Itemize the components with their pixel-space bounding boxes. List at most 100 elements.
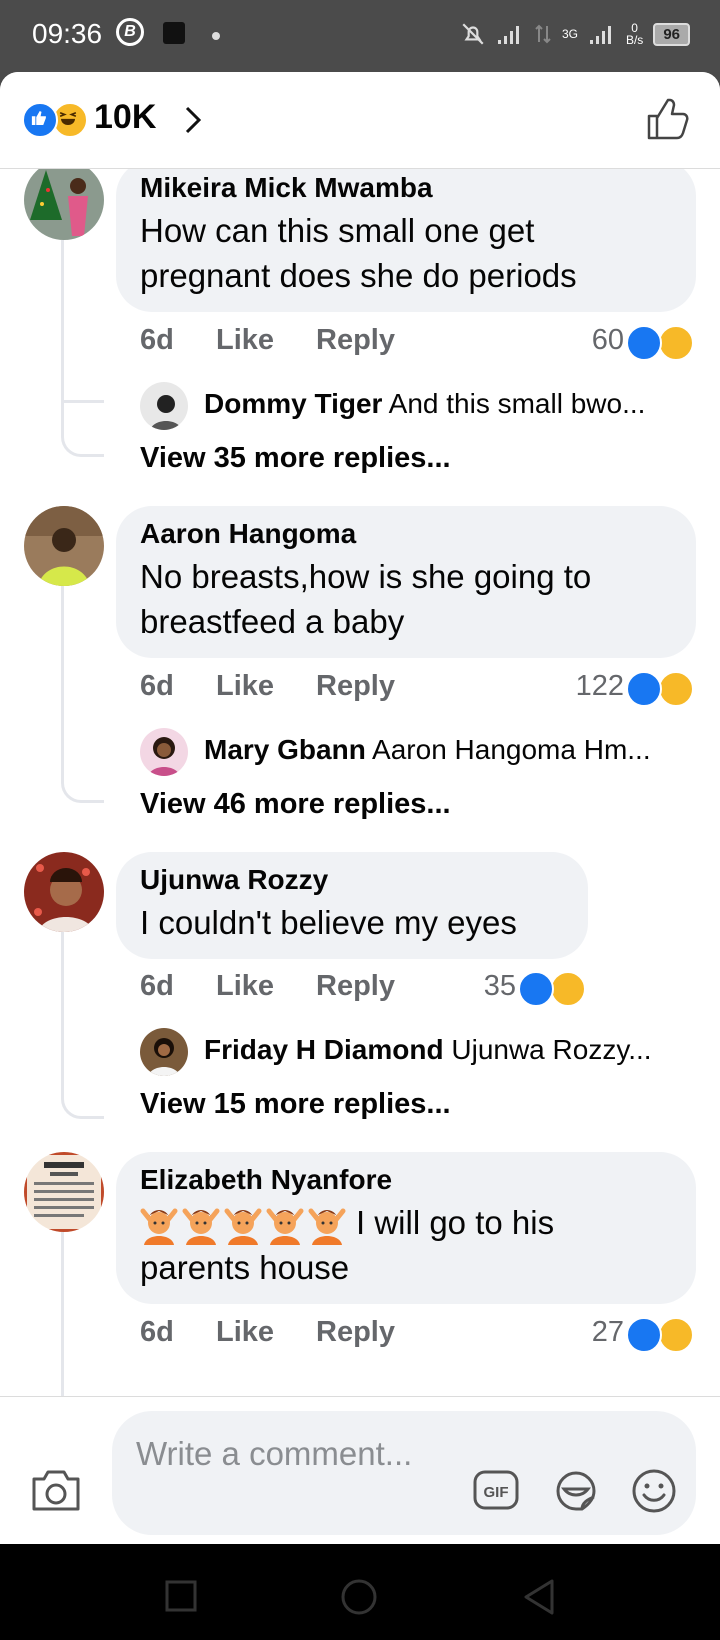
comment-time: 6d — [140, 324, 174, 356]
emoji-icon[interactable] — [630, 1467, 678, 1515]
reply-preview[interactable]: Mary Gbann Aaron Hangoma Hm... — [140, 728, 700, 776]
comment-input[interactable]: Write a comment... GIF — [112, 1411, 696, 1535]
like-icon — [518, 971, 554, 1007]
comment-bubble[interactable]: Elizabeth Nyanfore I will go to his pare… — [116, 1152, 696, 1305]
comment-bubble[interactable]: Ujunwa Rozzy I couldn't believe my eyes — [116, 852, 588, 959]
comment-text: No breasts,how is she going to breastfee… — [140, 558, 592, 640]
like-button[interactable]: Like — [216, 324, 274, 357]
comments-sheet: 10K Mikeira Mick Mwamba How can this sma… — [0, 72, 720, 1544]
sticker-icon[interactable] — [552, 1467, 600, 1515]
comment-author[interactable]: Aaron Hangoma — [140, 518, 672, 550]
comment-author[interactable]: Mikeira Mick Mwamba — [140, 172, 672, 204]
reply-button[interactable]: Reply — [316, 1316, 395, 1349]
person-gesturing-icon — [266, 1208, 304, 1246]
thumbs-up-icon[interactable] — [644, 96, 690, 142]
signal-icon-2 — [589, 26, 611, 44]
reply-snippet: Mary Gbann Aaron Hangoma Hm... — [204, 734, 704, 766]
comment-reactions[interactable]: 27 — [560, 1316, 696, 1356]
haha-icon — [550, 971, 586, 1007]
status-bar: 09:36 B 3G 0 B/s 96 — [0, 0, 720, 72]
network-type: 3G — [561, 27, 578, 41]
like-button[interactable]: Like — [216, 1316, 274, 1349]
haha-icon — [658, 671, 694, 707]
view-more-replies[interactable]: View 35 more replies... — [140, 442, 451, 475]
thread-line — [61, 586, 104, 803]
recents-icon[interactable] — [165, 1580, 197, 1612]
status-time: 09:36 — [32, 18, 103, 49]
haha-icon — [658, 325, 694, 361]
like-icon — [626, 1317, 662, 1353]
haha-icon — [658, 1317, 694, 1353]
comment-bubble[interactable]: Aaron Hangoma No breasts,how is she goin… — [116, 506, 696, 658]
thread-line — [61, 400, 104, 403]
thread-line — [61, 932, 104, 1119]
avatar[interactable] — [140, 382, 188, 430]
avatar[interactable] — [140, 1028, 188, 1076]
camera-icon[interactable] — [30, 1467, 82, 1513]
person-gesturing-icon — [182, 1208, 220, 1246]
reply-preview[interactable]: Friday H Diamond Ujunwa Rozzy... — [140, 1028, 700, 1076]
chevron-right-icon[interactable] — [180, 104, 206, 136]
comment-time: 6d — [140, 1316, 174, 1348]
comment-text: I couldn't believe my eyes — [140, 904, 517, 941]
comments-feed[interactable]: Mikeira Mick Mwamba How can this small o… — [0, 168, 720, 1468]
gif-label: GIF — [484, 1484, 509, 1501]
reply-button[interactable]: Reply — [316, 970, 395, 1003]
comment-bubble[interactable]: Mikeira Mick Mwamba How can this small o… — [116, 168, 696, 312]
like-icon — [626, 325, 662, 361]
reply-preview[interactable]: Dommy Tiger And this small bwo... — [140, 382, 700, 430]
like-button[interactable]: Like — [216, 970, 274, 1003]
reply-author[interactable]: Dommy Tiger — [204, 388, 382, 419]
comment-reactions[interactable]: 60 — [560, 324, 696, 364]
emoji-group — [140, 1205, 346, 1246]
comment-time: 6d — [140, 970, 174, 1002]
comment-text: I will go to his parents house — [140, 1200, 672, 1290]
system-nav-bar — [0, 1544, 720, 1640]
avatar[interactable] — [24, 168, 104, 240]
view-more-replies[interactable]: View 15 more replies... — [140, 1088, 451, 1121]
avatar[interactable] — [140, 728, 188, 776]
like-button[interactable]: Like — [216, 670, 274, 703]
avatar[interactable] — [24, 1152, 104, 1232]
reply-author[interactable]: Mary Gbann — [204, 734, 366, 765]
avatar[interactable] — [24, 852, 104, 932]
reply-text: Aaron Hangoma Hm... — [372, 734, 651, 765]
person-gesturing-icon — [140, 1208, 178, 1246]
gif-icon[interactable]: GIF — [472, 1467, 520, 1513]
battery-indicator: 96 — [653, 22, 690, 46]
mute-bell-icon — [462, 23, 484, 45]
reaction-count[interactable]: 10K — [94, 98, 156, 137]
app-square-icon — [163, 22, 185, 44]
back-icon[interactable] — [522, 1578, 556, 1616]
reaction-count: 122 — [575, 670, 624, 702]
comment-composer: Write a comment... GIF — [0, 1396, 720, 1544]
comment-placeholder: Write a comment... — [136, 1435, 413, 1472]
reply-snippet: Friday H Diamond Ujunwa Rozzy... — [204, 1034, 704, 1066]
home-icon[interactable] — [340, 1578, 378, 1616]
reply-button[interactable]: Reply — [316, 324, 395, 357]
comment-author[interactable]: Elizabeth Nyanfore — [140, 1164, 672, 1196]
reply-text: And this small bwo... — [388, 388, 646, 419]
signal-icon — [497, 26, 519, 44]
comment-author[interactable]: Ujunwa Rozzy — [140, 864, 564, 896]
comment-reactions[interactable]: 35 — [452, 970, 588, 1010]
browser-b-icon: B — [116, 18, 144, 46]
comment-actions: 6d Like Reply — [140, 324, 440, 364]
reaction-count: 27 — [591, 1316, 624, 1348]
reply-text: Ujunwa Rozzy... — [451, 1034, 652, 1065]
view-more-replies[interactable]: View 46 more replies... — [140, 788, 451, 821]
status-icons: 3G 0 B/s 96 — [460, 16, 690, 52]
comment-reactions[interactable]: 122 — [540, 670, 696, 710]
comment-actions: 6d Like Reply — [140, 1316, 440, 1356]
comment-actions: 6d Like Reply — [140, 970, 440, 1010]
person-gesturing-icon — [224, 1208, 262, 1246]
notification-dot-icon — [212, 32, 220, 40]
comment-actions: 6d Like Reply — [140, 670, 440, 710]
reply-button[interactable]: Reply — [316, 670, 395, 703]
avatar[interactable] — [24, 506, 104, 586]
comment-time: 6d — [140, 670, 174, 702]
reply-author[interactable]: Friday H Diamond — [204, 1034, 444, 1065]
reactions-header: 10K — [0, 72, 720, 169]
like-icon[interactable] — [22, 102, 58, 138]
like-icon — [626, 671, 662, 707]
